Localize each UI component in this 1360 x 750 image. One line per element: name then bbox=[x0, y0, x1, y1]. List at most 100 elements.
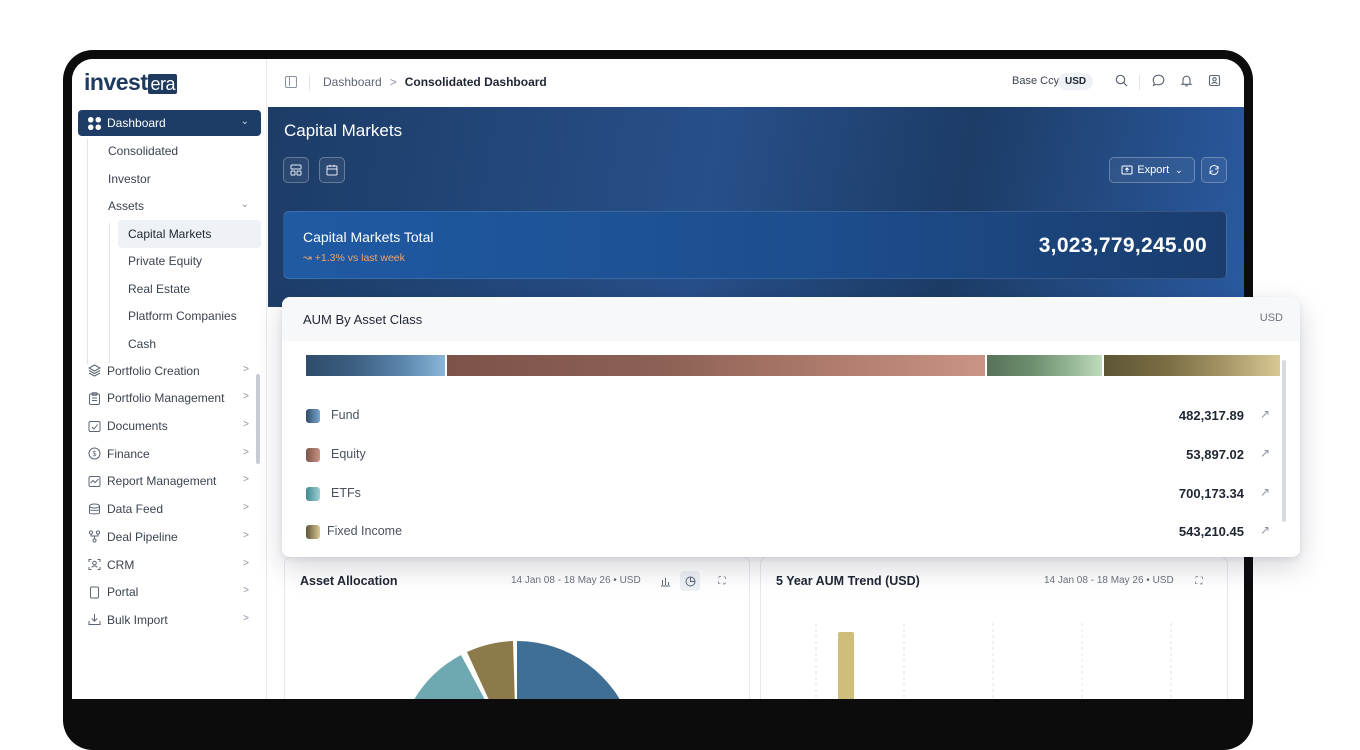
sidebar-item-data-feed[interactable]: Data Feed > bbox=[78, 496, 261, 522]
bar-segment-fund[interactable] bbox=[306, 355, 445, 376]
arrow-up-right-icon[interactable]: ↗ bbox=[1260, 407, 1270, 421]
trend-bar bbox=[838, 632, 854, 699]
arrow-up-right-icon[interactable]: ↗ bbox=[1260, 446, 1270, 460]
legend-swatch bbox=[306, 525, 320, 539]
row-value: 700,173.34 bbox=[1178, 486, 1244, 501]
sidebar-item-capital-markets[interactable]: Capital Markets bbox=[118, 220, 261, 248]
card-title: 5 Year AUM Trend (USD) bbox=[776, 574, 920, 588]
list-item[interactable]: Fund 482,317.89 ↗ bbox=[306, 405, 1280, 427]
date-range-button[interactable] bbox=[319, 157, 345, 183]
aum-trend-card: 5 Year AUM Trend (USD) 14 Jan 08 - 18 Ma… bbox=[760, 556, 1228, 699]
dollar-icon: $ bbox=[88, 447, 101, 460]
breadcrumb: Dashboard > Consolidated Dashboard bbox=[323, 75, 547, 89]
chevron-right-icon: > bbox=[243, 363, 249, 375]
sidebar-item-label: Portfolio Creation bbox=[107, 363, 200, 378]
bar-segment-equity[interactable] bbox=[445, 355, 985, 376]
arrow-up-right-icon[interactable]: ↗ bbox=[1260, 485, 1270, 499]
breadcrumb-current: Consolidated Dashboard bbox=[404, 75, 547, 89]
chevron-right-icon: > bbox=[243, 502, 249, 514]
expand-button[interactable]: ⛶ bbox=[1189, 571, 1209, 591]
arrow-up-right-icon[interactable]: ↗ bbox=[1260, 523, 1270, 537]
chevron-right-icon: > bbox=[243, 557, 249, 569]
sidebar-item-platform-companies[interactable]: Platform Companies bbox=[118, 303, 261, 331]
aum-by-asset-class-popup: AUM By Asset Class USD Fund 482,317.89 ↗… bbox=[282, 297, 1300, 557]
sidebar-item-consolidated[interactable]: Consolidated bbox=[78, 138, 261, 166]
sidebar-item-label: Data Feed bbox=[107, 502, 164, 517]
legend-swatch bbox=[306, 487, 320, 501]
card-meta: 14 Jan 08 - 18 May 26 • USD bbox=[1044, 575, 1174, 586]
list-item[interactable]: ETFs 700,173.34 ↗ bbox=[306, 483, 1280, 505]
sidebar-item-crm[interactable]: CRM > bbox=[78, 552, 261, 578]
search-icon[interactable] bbox=[1113, 74, 1129, 90]
card-meta: 14 Jan 08 - 18 May 26 • USD bbox=[511, 575, 641, 586]
sidebar-item-portfolio-creation[interactable]: Portfolio Creation > bbox=[78, 358, 261, 384]
sidebar-item-portal[interactable]: Portal > bbox=[78, 579, 261, 605]
chevron-right-icon: > bbox=[243, 474, 249, 486]
row-value: 482,317.89 bbox=[1178, 408, 1244, 423]
base-currency-select[interactable]: USD bbox=[1058, 73, 1094, 90]
row-label: Fund bbox=[331, 408, 360, 422]
bar-segment-etfs[interactable] bbox=[985, 355, 1102, 376]
sidebar-item-portfolio-management[interactable]: Portfolio Management > bbox=[78, 385, 261, 411]
app-logo[interactable]: invest era bbox=[84, 69, 177, 96]
bar-chart-toggle[interactable] bbox=[655, 571, 675, 591]
sidebar: invest era Dashboard ⌄ Consolidated Inves… bbox=[72, 59, 267, 699]
capital-markets-header: Capital Markets Export ⌄ Capital Markets… bbox=[268, 107, 1244, 307]
sidebar-toggle-icon[interactable] bbox=[285, 76, 297, 88]
chat-icon[interactable] bbox=[1150, 74, 1166, 90]
chevron-down-icon: ⌄ bbox=[240, 198, 249, 210]
sidebar-item-label: Finance bbox=[107, 446, 150, 461]
row-value: 53,897.02 bbox=[1186, 447, 1244, 462]
row-value: 543,210.45 bbox=[1178, 524, 1244, 539]
list-item[interactable]: Fixed Income 543,210.45 ↗ bbox=[306, 521, 1280, 543]
bar-chart-icon bbox=[660, 577, 670, 586]
popup-title: AUM By Asset Class bbox=[303, 312, 423, 327]
trend-icon: ↝ bbox=[303, 252, 315, 264]
popup-scrollbar[interactable] bbox=[1282, 360, 1286, 522]
row-label: Equity bbox=[331, 447, 366, 461]
expand-icon: ⛶ bbox=[718, 575, 726, 587]
sidebar-item-label: Documents bbox=[107, 419, 168, 434]
sidebar-item-real-estate[interactable]: Real Estate bbox=[118, 275, 261, 303]
sidebar-item-label: Report Management bbox=[107, 474, 217, 489]
layout-button[interactable] bbox=[283, 157, 309, 183]
chevron-right-icon: > bbox=[243, 391, 249, 403]
list-item[interactable]: Equity 53,897.02 ↗ bbox=[306, 444, 1280, 466]
chevron-right-icon: > bbox=[243, 529, 249, 541]
sidebar-item-deal-pipeline[interactable]: Deal Pipeline > bbox=[78, 524, 261, 550]
sidebar-item-documents[interactable]: Documents > bbox=[78, 413, 261, 439]
bell-icon[interactable] bbox=[1178, 74, 1194, 90]
sidebar-item-cash[interactable]: Cash bbox=[118, 330, 261, 358]
sidebar-item-investor[interactable]: Investor bbox=[78, 165, 261, 193]
total-delta: ↝ +1.3% vs last week bbox=[303, 252, 405, 264]
pie-chart-icon bbox=[685, 576, 695, 586]
document-icon bbox=[88, 420, 101, 433]
topbar: Dashboard > Consolidated Dashboard Base Cc… bbox=[268, 59, 1244, 107]
sidebar-scrollbar[interactable] bbox=[256, 374, 260, 464]
export-icon bbox=[1121, 165, 1133, 175]
row-label: Fixed Income bbox=[327, 524, 403, 538]
page-title: Capital Markets bbox=[284, 121, 403, 140]
pie-chart-toggle[interactable] bbox=[680, 571, 700, 591]
expand-button[interactable]: ⛶ bbox=[712, 571, 732, 591]
donut-slice-fund bbox=[517, 641, 620, 699]
sidebar-item-assets[interactable]: Assets ⌄ bbox=[78, 193, 261, 221]
export-button[interactable]: Export ⌄ bbox=[1109, 157, 1195, 183]
sidebar-item-label: Portal bbox=[107, 585, 139, 600]
breadcrumb-dashboard[interactable]: Dashboard bbox=[323, 75, 382, 89]
divider bbox=[309, 75, 310, 91]
sidebar-item-bulk-import[interactable]: Bulk Import > bbox=[78, 607, 261, 633]
row-label: ETFs bbox=[331, 486, 361, 500]
bar-segment-fixed-income[interactable] bbox=[1102, 355, 1280, 376]
donut-chart bbox=[414, 641, 620, 699]
sidebar-item-private-equity[interactable]: Private Equity bbox=[118, 248, 261, 276]
grid-icon bbox=[88, 116, 101, 130]
profile-icon[interactable] bbox=[1206, 74, 1222, 90]
sidebar-item-dashboard[interactable]: Dashboard ⌄ bbox=[78, 110, 261, 136]
refresh-button[interactable] bbox=[1201, 157, 1227, 183]
breadcrumb-separator: > bbox=[389, 75, 397, 89]
total-card: Capital Markets Total ↝ +1.3% vs last we… bbox=[283, 211, 1227, 279]
calendar-icon bbox=[326, 164, 338, 176]
sidebar-item-finance[interactable]: $ Finance > bbox=[78, 441, 261, 467]
sidebar-item-report-management[interactable]: Report Management > bbox=[78, 468, 261, 494]
